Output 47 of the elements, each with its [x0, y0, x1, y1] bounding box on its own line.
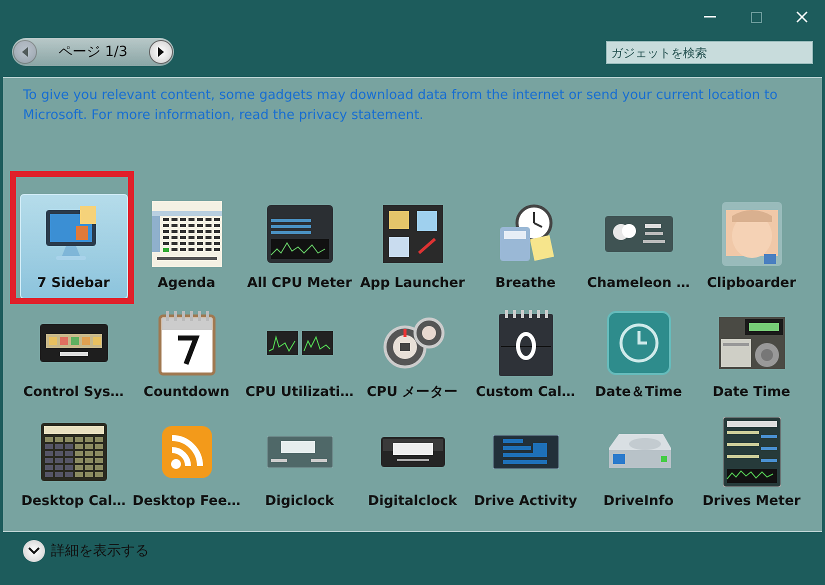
calendar-icon [158, 310, 216, 376]
gadget-tile[interactable]: Digitalclock [358, 412, 466, 517]
digital-clock-icon [380, 437, 444, 467]
search-field[interactable]: ガジェットを検索 [606, 41, 813, 64]
gadget-tile[interactable]: Clipboarder [698, 194, 806, 299]
calculator-icon [40, 423, 106, 481]
gadget-tile[interactable]: Drive Activity [472, 412, 580, 517]
rss-icon [160, 424, 214, 480]
minimize-icon [704, 16, 716, 18]
calendar-icon [496, 310, 554, 376]
gadget-tile[interactable]: Countdown [132, 303, 240, 408]
maximize-icon [750, 12, 762, 22]
drive-meter-icon [722, 417, 780, 487]
right-arrow-icon [156, 46, 166, 58]
gadget-tile[interactable]: Agenda [132, 194, 240, 299]
gadget-tile[interactable]: 7 Sidebar [20, 194, 128, 299]
gadget-tile[interactable]: App Launcher [358, 194, 466, 299]
clock-icon [606, 311, 670, 375]
gadget-tile[interactable]: CPU Utilizati… [246, 303, 354, 408]
gadget-tile[interactable]: Control Sys… [20, 303, 128, 408]
gadget-tile[interactable]: Desktop Cal… [20, 412, 128, 517]
next-page-button[interactable] [149, 40, 173, 64]
gadget-tile[interactable]: Drives Meter [698, 412, 806, 517]
left-arrow-icon [20, 46, 30, 58]
gadget-tile[interactable]: All CPU Meter [246, 194, 354, 299]
gadget-tile[interactable]: Chameleon … [584, 194, 692, 299]
gadget-tile[interactable]: Breathe [472, 194, 580, 299]
cpu-meter-icon [266, 205, 332, 263]
control-panel-icon [40, 324, 108, 362]
weather-icon [604, 216, 672, 252]
gadget-tile[interactable]: Date＆Time [584, 303, 692, 408]
gadget-tile[interactable]: DriveInfo [584, 412, 692, 517]
launcher-icon [382, 205, 442, 263]
gauge-icon [380, 317, 444, 369]
chevron-icon [28, 547, 40, 555]
privacy-notice: To give you relevant content, some gadgets may download data from the internet or send your current location to Microsoft. For more information, read the privacy statement. [22, 87, 779, 125]
gadget-tile[interactable]: Custom Cal… [472, 303, 580, 408]
gadget-tile[interactable]: Date Time [698, 303, 806, 408]
close-icon [796, 11, 808, 23]
page-label: ページ 1/3 [58, 43, 128, 61]
cpu-graph-icon [266, 331, 332, 355]
gadget-tile[interactable]: Digiclock [246, 412, 354, 517]
gadget-tile[interactable]: Desktop Fee… [132, 412, 240, 517]
activity-graph-icon [492, 435, 558, 469]
gadget-tile[interactable]: CPU メーター [358, 303, 466, 408]
calendar-icon [152, 201, 222, 267]
digital-clock-icon [266, 436, 332, 468]
